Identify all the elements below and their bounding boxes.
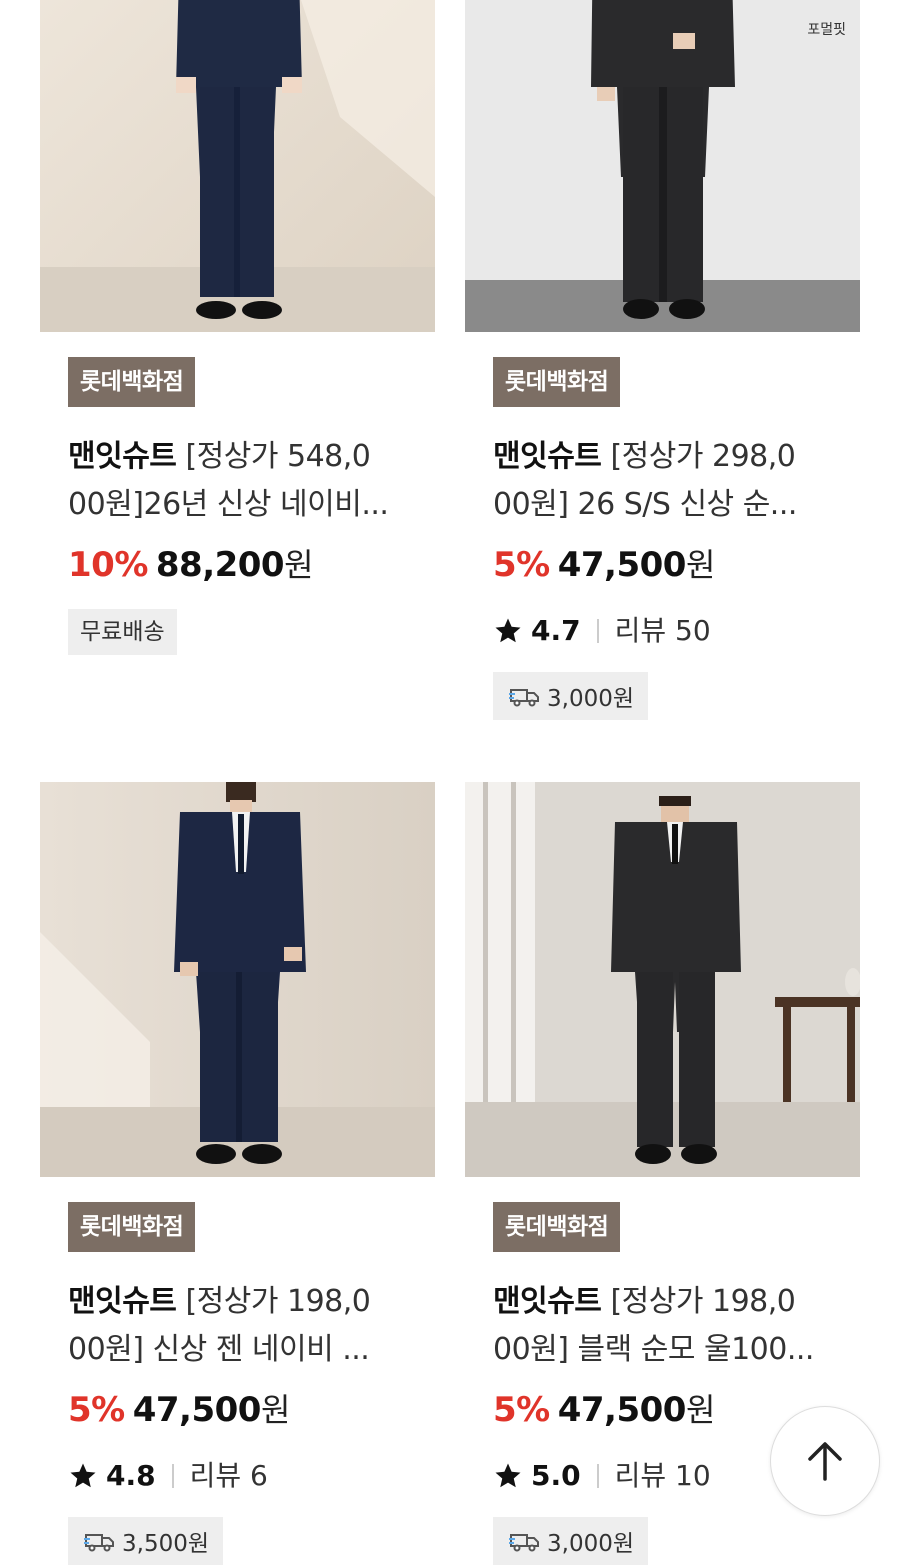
price-row: 5% 47,500원 <box>493 543 860 587</box>
store-badge: 롯데백화점 <box>68 1202 196 1252</box>
sale-price: 47,500 <box>557 545 687 585</box>
title-line-1: [정상가 198,0 <box>185 1284 371 1319</box>
store-badge: 롯데백화점 <box>493 1202 621 1252</box>
shipping-fee: 3,000원 <box>547 686 635 712</box>
brand-name: 맨잇슈트 <box>493 1284 602 1319</box>
title-line-1: [정상가 198,0 <box>610 1284 796 1319</box>
divider <box>596 1464 599 1488</box>
shipping-fee-tag: 3,500원 <box>68 1517 224 1565</box>
brand-name: 맨잇슈트 <box>68 439 177 474</box>
product-image[interactable] <box>465 782 860 1177</box>
delivery-truck-icon <box>84 1534 114 1552</box>
rating-row: 4.8 리뷰 6 <box>68 1453 435 1497</box>
product-image[interactable] <box>40 782 435 1177</box>
title-line-2: 00원] 블랙 순모 울100... <box>493 1332 814 1367</box>
review-count: 리뷰 10 <box>614 1459 711 1492</box>
shipping-fee: 3,500원 <box>122 1531 210 1557</box>
title-line-2: 00원] 26 S/S 신상 순... <box>493 487 797 522</box>
brand-name: 맨잇슈트 <box>493 439 602 474</box>
product-title[interactable]: 맨잇슈트 [정상가 548,0 00원]26년 신상 네이비... <box>68 433 418 529</box>
free-shipping-tag: 무료배송 <box>68 609 177 655</box>
sale-price: 88,200 <box>155 545 285 585</box>
shipping-fee-tag: 3,000원 <box>493 672 649 720</box>
rating-score: 5.0 <box>531 1459 581 1492</box>
title-line-1: [정상가 298,0 <box>610 439 796 474</box>
sale-price: 47,500 <box>557 1390 687 1430</box>
currency: 원 <box>685 1391 716 1429</box>
currency: 원 <box>260 1391 291 1429</box>
currency: 원 <box>284 546 314 584</box>
delivery-truck-icon <box>509 1534 539 1552</box>
discount-rate: 5% <box>68 1390 125 1430</box>
store-badge: 롯데백화점 <box>68 357 196 407</box>
star-icon <box>495 618 521 643</box>
product-title[interactable]: 맨잇슈트 [정상가 198,0 00원] 블랙 순모 울100... <box>493 1278 843 1374</box>
review-count: 리뷰 6 <box>189 1459 268 1492</box>
star-icon <box>495 1463 521 1488</box>
rating-row: 4.7 리뷰 50 <box>493 608 860 652</box>
fit-label: 포멀핏 <box>807 22 846 38</box>
divider <box>596 619 599 643</box>
brand-name: 맨잇슈트 <box>68 1284 177 1319</box>
product-title[interactable]: 맨잇슈트 [정상가 298,0 00원] 26 S/S 신상 순... <box>493 433 843 529</box>
shipping-fee: 3,000원 <box>547 1531 635 1557</box>
product-title[interactable]: 맨잇슈트 [정상가 198,0 00원] 신상 젠 네이비 ... <box>68 1278 418 1374</box>
rating-score: 4.8 <box>106 1459 156 1492</box>
discount-rate: 5% <box>493 1390 550 1430</box>
scroll-to-top-button[interactable] <box>770 1406 880 1516</box>
review-count: 리뷰 50 <box>614 614 711 647</box>
rating-score: 4.7 <box>531 614 581 647</box>
shipping-fee-tag: 3,000원 <box>493 1517 649 1565</box>
title-line-2: 00원]26년 신상 네이비... <box>68 487 389 522</box>
price-row: 10% 88,200원 <box>68 543 435 587</box>
title-line-1: [정상가 548,0 <box>185 439 371 474</box>
discount-rate: 5% <box>493 545 550 585</box>
product-image[interactable]: 포멀핏 <box>465 0 860 332</box>
sale-price: 47,500 <box>132 1390 262 1430</box>
title-line-2: 00원] 신상 젠 네이비 ... <box>68 1332 370 1367</box>
divider <box>171 1464 174 1488</box>
delivery-truck-icon <box>509 689 539 707</box>
currency: 원 <box>685 546 716 584</box>
star-icon <box>70 1463 96 1488</box>
discount-rate: 10% <box>68 545 148 585</box>
store-badge: 롯데백화점 <box>493 357 621 407</box>
product-image[interactable] <box>40 0 435 332</box>
price-row: 5% 47,500원 <box>68 1388 435 1432</box>
arrow-up-icon <box>808 1442 842 1481</box>
